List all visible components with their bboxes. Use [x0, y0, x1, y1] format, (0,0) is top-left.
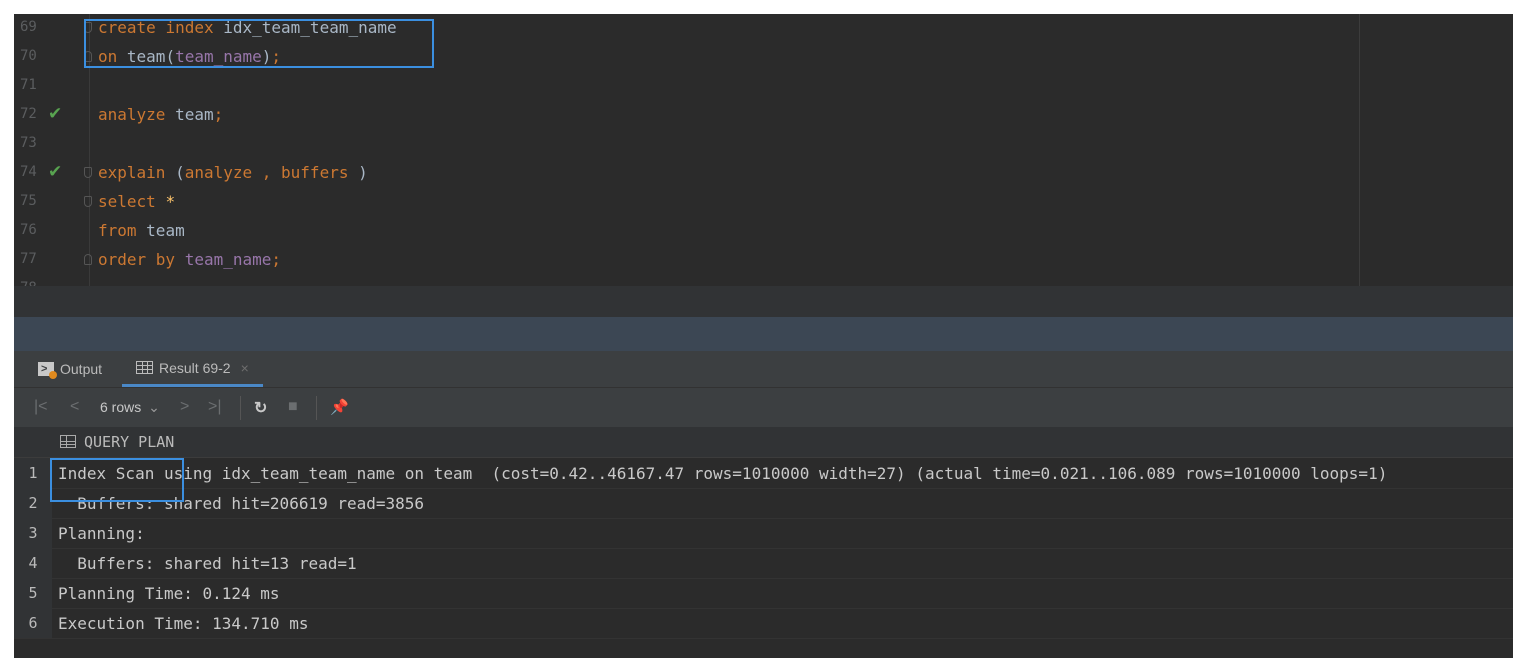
tab-result-label: Result 69-2	[159, 359, 231, 376]
code-token: select	[98, 192, 166, 211]
line-number: 73	[20, 135, 37, 151]
table-row[interactable]: 4 Buffers: shared hit=13 read=1	[14, 548, 1513, 579]
row-number: 6	[14, 608, 52, 638]
code-token: )	[358, 163, 368, 182]
first-page-icon[interactable]: |<	[34, 398, 48, 416]
fold-marker-icon[interactable]	[84, 196, 92, 207]
checkmark-icon: ✔	[48, 162, 63, 182]
table-row[interactable]: 1 Index Scan using idx_team_team_name on …	[14, 458, 1513, 489]
table-row[interactable]: 6 Execution Time: 134.710 ms	[14, 608, 1513, 639]
highlight-box-index-scan	[50, 458, 184, 502]
tab-output[interactable]: > Output	[38, 351, 102, 387]
code-line[interactable]: 71	[14, 72, 1354, 101]
line-number: 69	[20, 19, 37, 35]
code-text: order by team_name;	[98, 250, 281, 269]
result-toolbar: |< < 6 rows ⌄ > >| ↻ ■ 📌	[14, 388, 1513, 427]
line-number: 77	[20, 251, 37, 267]
result-tabs: > Output Result 69-2 ×	[14, 351, 1513, 388]
code-token: from	[98, 221, 147, 240]
code-text: select *	[98, 192, 175, 211]
code-text: from team	[98, 221, 185, 240]
pin-icon[interactable]: 📌	[330, 398, 349, 416]
code-token: ;	[271, 250, 282, 269]
rows-count-dropdown[interactable]: 6 rows ⌄	[100, 399, 160, 416]
code-token: analyze	[184, 163, 262, 182]
fold-marker-icon[interactable]	[84, 254, 92, 265]
toolbar-separator	[240, 396, 241, 420]
refresh-icon[interactable]: ↻	[254, 398, 267, 418]
result-grid: QUERY PLAN 1 Index Scan using idx_team_te…	[14, 427, 1513, 658]
code-line[interactable]: 72 ✔ analyze team;	[14, 101, 1354, 130]
rows-count-label: 6 rows	[100, 399, 142, 415]
table-row[interactable]: 3 Planning:	[14, 518, 1513, 549]
query-plan-cell[interactable]: Execution Time: 134.710 ms	[58, 614, 308, 633]
toolbar-separator	[316, 396, 317, 420]
line-number: 74	[20, 164, 37, 180]
row-number: 3	[14, 518, 52, 548]
line-number: 70	[20, 48, 37, 64]
query-plan-cell[interactable]: Planning Time: 0.124 ms	[58, 584, 280, 603]
services-tool-window: > Output Result 69-2 × |< < 6 rows ⌄ > >…	[14, 351, 1513, 658]
last-page-icon[interactable]: >|	[208, 398, 222, 416]
checkmark-icon: ✔	[48, 104, 63, 124]
line-number: 71	[20, 77, 37, 93]
code-line[interactable]: 77 order by team_name;	[14, 246, 1354, 275]
query-plan-cell[interactable]: Planning:	[58, 524, 145, 543]
stop-icon[interactable]: ■	[288, 398, 298, 416]
panel-splitter[interactable]	[14, 317, 1513, 351]
fold-marker-icon[interactable]	[84, 167, 92, 178]
editor-bottom-area	[14, 286, 1513, 317]
row-number: 4	[14, 548, 52, 578]
table-grid-icon	[136, 361, 153, 374]
line-number: 75	[20, 193, 37, 209]
row-number: 2	[14, 488, 52, 518]
code-text: analyze team;	[98, 105, 223, 124]
code-token: team_name	[184, 250, 272, 269]
row-number: 5	[14, 578, 52, 608]
chevron-down-icon: ⌄	[148, 399, 160, 415]
code-line[interactable]: 78	[14, 275, 1354, 286]
query-plan-cell[interactable]: Buffers: shared hit=13 read=1	[58, 554, 356, 573]
code-token: ;	[213, 105, 224, 124]
code-token: buffers	[281, 163, 359, 182]
ide-window: 69 create index idx_team_team_name 70 on te…	[14, 14, 1513, 658]
code-line[interactable]: 73	[14, 130, 1354, 159]
code-line[interactable]: 75 select *	[14, 188, 1354, 217]
code-token: team	[146, 221, 185, 240]
tab-result[interactable]: Result 69-2 ×	[122, 351, 263, 387]
table-row[interactable]: 5 Planning Time: 0.124 ms	[14, 578, 1513, 609]
console-output-icon: >	[38, 362, 57, 379]
grid-header: QUERY PLAN	[14, 427, 1513, 458]
code-text: explain (analyze , buffers )	[98, 163, 368, 182]
tab-output-label: Output	[60, 361, 103, 377]
code-token: order by	[98, 250, 185, 269]
close-icon[interactable]: ×	[241, 360, 249, 376]
highlight-box-create-index	[84, 19, 434, 68]
query-plan-cell[interactable]: Index Scan using idx_team_team_name on t…	[58, 464, 1387, 483]
code-line[interactable]: 74 ✔ explain (analyze , buffers )	[14, 159, 1354, 188]
code-token: team	[175, 105, 214, 124]
line-number: 72	[20, 106, 37, 122]
next-page-icon[interactable]: >	[180, 398, 189, 416]
right-margin-guide	[1359, 14, 1360, 286]
code-token: analyze	[98, 105, 176, 124]
line-number: 76	[20, 222, 37, 238]
column-header-query-plan[interactable]: QUERY PLAN	[84, 433, 174, 451]
code-token: (	[175, 163, 185, 182]
column-table-icon	[60, 435, 76, 448]
row-number: 1	[14, 458, 52, 488]
previous-page-icon[interactable]: <	[70, 398, 79, 416]
code-token: *	[165, 192, 176, 211]
code-line[interactable]: 76 from team	[14, 217, 1354, 246]
table-row[interactable]: 2 Buffers: shared hit=206619 read=3856	[14, 488, 1513, 519]
code-token: explain	[98, 163, 176, 182]
code-token: ,	[261, 163, 282, 182]
